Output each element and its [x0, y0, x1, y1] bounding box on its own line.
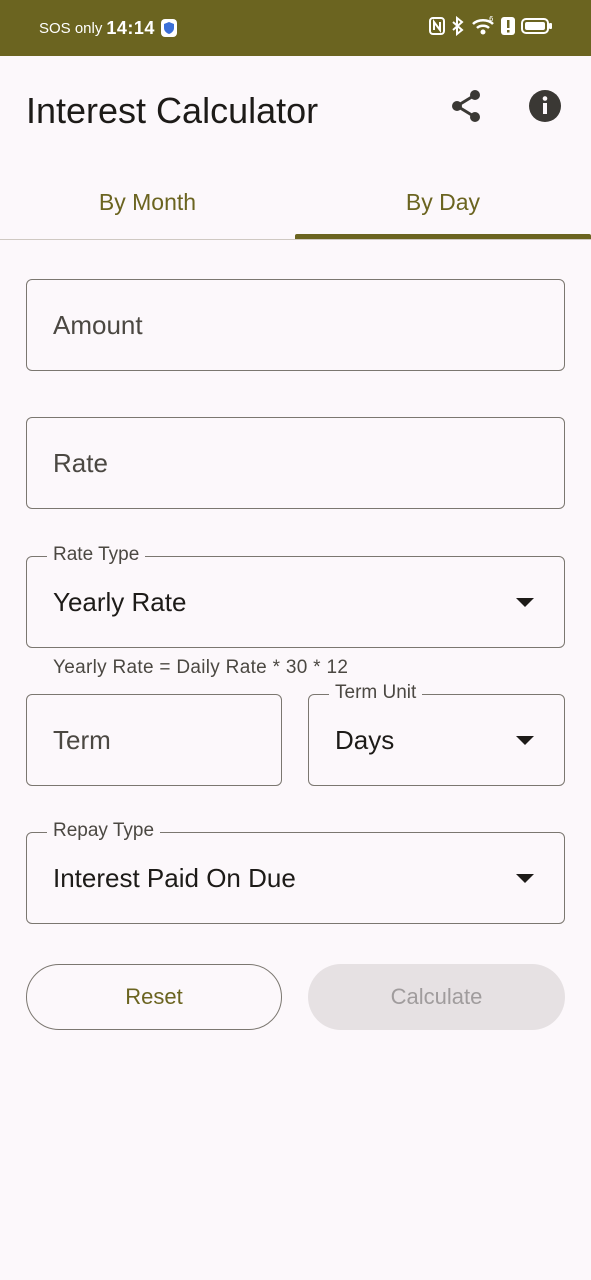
amount-placeholder: Amount	[53, 309, 143, 340]
battery-icon	[521, 17, 553, 40]
repay-type-dropdown[interactable]: Repay Type Interest Paid On Due	[26, 820, 565, 924]
page-title: Interest Calculator	[26, 90, 319, 131]
clock: 14:14	[106, 17, 155, 38]
rate-helper-text: Yearly Rate = Daily Rate * 30 * 12	[53, 657, 349, 678]
carrier-text: SOS only	[39, 19, 103, 37]
term-placeholder: Term	[53, 724, 111, 755]
status-left: SOS only 14:14	[39, 0, 177, 56]
alert-icon	[501, 16, 515, 40]
tab-by-month[interactable]: By Month	[0, 164, 295, 240]
reset-button[interactable]: Reset	[26, 964, 282, 1030]
nfc-icon	[429, 16, 445, 40]
amount-field[interactable]: Amount	[26, 279, 565, 371]
wifi-icon: 6	[471, 15, 495, 41]
tab-bar: By Month By Day	[0, 164, 591, 240]
rate-placeholder: Rate	[53, 447, 108, 478]
term-unit-dropdown[interactable]: Term Unit Days	[308, 682, 565, 786]
info-icon	[528, 89, 562, 128]
tab-indicator	[295, 234, 591, 239]
status-right: 6	[429, 0, 553, 56]
dropdown-arrow-icon	[516, 874, 534, 883]
dropdown-arrow-icon	[516, 598, 534, 607]
rate-type-dropdown[interactable]: Rate Type Yearly Rate	[26, 544, 565, 648]
app-bar: Interest Calculator	[0, 56, 591, 164]
rate-field[interactable]: Rate	[26, 417, 565, 509]
info-button[interactable]	[526, 89, 564, 127]
share-button[interactable]	[446, 86, 486, 130]
dropdown-arrow-icon	[516, 736, 534, 745]
calculate-button[interactable]: Calculate	[308, 964, 565, 1030]
rate-type-value: Yearly Rate	[53, 586, 187, 617]
status-bar: SOS only 14:14 6	[0, 0, 591, 56]
bluetooth-icon	[451, 15, 465, 41]
svg-text:6: 6	[489, 16, 494, 23]
term-unit-value: Days	[335, 724, 395, 755]
repay-type-value: Interest Paid On Due	[53, 862, 296, 893]
shield-icon	[160, 19, 177, 37]
term-field[interactable]: Term	[26, 694, 282, 786]
share-icon	[449, 88, 483, 129]
tab-by-day[interactable]: By Day	[295, 164, 591, 240]
